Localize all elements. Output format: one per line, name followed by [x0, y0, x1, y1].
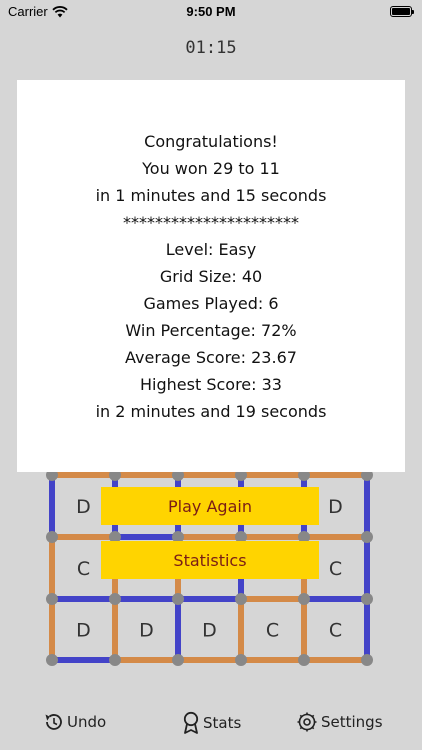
settings-label: Settings — [321, 713, 383, 731]
grid-dot — [46, 593, 58, 605]
modal-line: Win Percentage: 72% — [125, 320, 297, 340]
statistics-button[interactable]: Statistics — [101, 541, 319, 579]
box-owner-label: C — [77, 558, 90, 580]
grid-dot — [361, 654, 373, 666]
grid-dot — [109, 593, 121, 605]
stats-label: Stats — [203, 714, 242, 732]
undo-button[interactable]: Undo — [42, 711, 106, 733]
grid-dot — [298, 593, 310, 605]
modal-line: You won 29 to 11 — [142, 158, 280, 178]
bottom-toolbar: Undo Stats Settings — [0, 705, 422, 741]
grid-dot — [235, 593, 247, 605]
modal-line: Level: Easy — [165, 239, 257, 259]
box-owner-label: C — [266, 620, 279, 642]
undo-icon — [45, 714, 62, 730]
modal-line: in 2 minutes and 19 seconds — [95, 401, 327, 421]
grid-dot — [361, 531, 373, 543]
grid-dot — [361, 593, 373, 605]
box-owner-label: D — [328, 496, 343, 518]
box-owner-label: D — [76, 620, 91, 642]
box-owner-label: D — [139, 620, 154, 642]
grid-dot — [46, 654, 58, 666]
modal-line: Grid Size: 40 — [159, 266, 263, 286]
modal-line: in 1 minutes and 15 seconds — [95, 185, 327, 205]
box-owner-label: C — [329, 620, 342, 642]
modal-divider: ********************** — [123, 212, 299, 232]
modal-line: Games Played: 6 — [143, 293, 279, 313]
grid-dot — [109, 654, 121, 666]
box-owner-label: D — [202, 620, 217, 642]
play-again-button[interactable]: Play Again — [101, 487, 319, 525]
undo-label: Undo — [67, 713, 107, 731]
modal-line: Average Score: 23.67 — [125, 347, 297, 367]
modal-line: Congratulations! — [144, 131, 278, 151]
gear-icon — [297, 712, 317, 732]
settings-button[interactable]: Settings — [296, 711, 383, 733]
game-over-dialog: Congratulations! You won 29 to 11 in 1 min… — [17, 80, 405, 472]
modal-line: Highest Score: 33 — [140, 374, 282, 394]
award-icon — [183, 711, 199, 734]
grid-dot — [172, 593, 184, 605]
grid-dot — [235, 654, 247, 666]
box-owner-label: D — [76, 496, 91, 518]
grid-dot — [46, 531, 58, 543]
box-owner-label: C — [329, 558, 342, 580]
stats-button[interactable]: Stats — [182, 711, 241, 735]
grid-dot — [298, 654, 310, 666]
grid-dot — [172, 654, 184, 666]
